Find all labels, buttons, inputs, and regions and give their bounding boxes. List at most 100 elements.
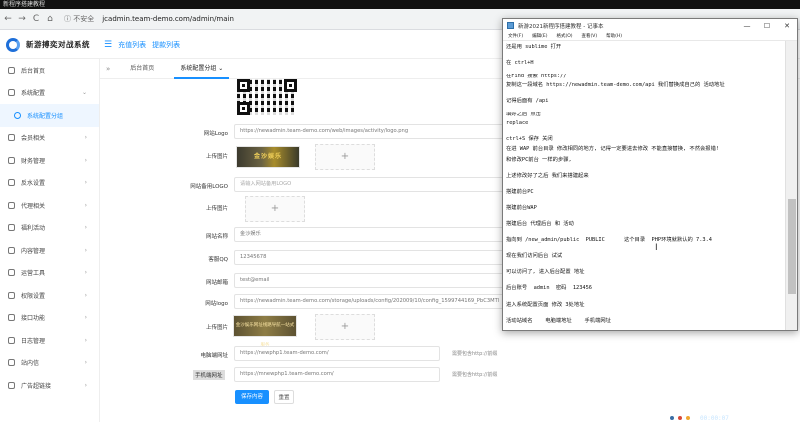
pc-url-hint: 需要包含http://前缀 [452,351,498,357]
text-line: 进入系统配置页面 修改 3处地址 [506,301,585,308]
home-icon [8,66,15,74]
text-line: 指向到 /new_admin/public PUBLIC 这个目录 PHP环境就… [506,237,712,244]
site-logo-input[interactable]: https://newadmin.team-demo.com/web/image… [234,124,534,139]
upload-button[interactable]: + [315,144,375,170]
menu-edit[interactable]: 编辑(E) [532,33,547,39]
address-bar[interactable]: jcadmin.team-demo.com/admin/main [102,15,234,23]
insecure-badge[interactable]: ⓘ 不安全 [64,14,94,24]
notepad-scrollbar[interactable] [785,41,797,330]
notepad-titlebar[interactable]: 新游2021新程序搭建教程 - 记事本 — ☐ ✕ [503,19,797,32]
close-icon[interactable]: ✕ [777,22,797,30]
plug-icon [8,314,15,322]
mobile-logo-input[interactable]: 请输入网站备用LOGO [234,177,534,192]
tab-config-group[interactable]: 系统配置分组 ⌄ [174,59,230,79]
tray-icon[interactable] [670,416,674,420]
site-email-label: 网站邮箱 [205,280,228,286]
circle-icon [14,111,21,119]
qr-code-image [237,79,297,115]
upload-button[interactable]: + [245,196,305,222]
upload-image-label: 上传图片 [205,154,228,160]
tray-icon[interactable] [686,416,690,420]
sidebar-item-ad-links[interactable]: 广告超链接 › [0,374,99,397]
log-icon [8,336,15,344]
mail-icon [8,359,15,367]
chevron-right-icon: › [84,291,87,299]
notepad-title: 新游2021新程序搭建教程 - 记事本 [518,23,604,30]
sidebar-item-operations[interactable]: 运营工具 › [0,262,99,285]
site-name-input[interactable]: 金沙娱乐 [234,227,534,242]
tab-scroll-icon[interactable]: » [106,65,110,73]
scrollbar-thumb[interactable] [788,199,796,294]
taskbar-tray: 00:00:07 [670,414,800,422]
forward-icon[interactable]: → [16,14,28,24]
sidebar-item-label: 会员相关 [21,135,46,143]
notepad-window: 新游2021新程序搭建教程 - 记事本 — ☐ ✕ 文件(F) 编辑(E) 格式… [502,18,798,331]
site-email-input[interactable]: test@email [234,273,534,288]
menu-view[interactable]: 查看(V) [582,33,598,39]
sidebar-item-config-group[interactable]: 系统配置分组 [0,104,99,127]
reset-button[interactable]: 重置 [274,390,294,404]
sidebar-item-home[interactable]: 后台首页 [0,59,99,82]
sidebar-item-messages[interactable]: 站内信 › [0,352,99,375]
sidebar: 后台首页 系统配置 ⌄ 系统配置分组 会员相关 › 财务管理 › 反水设置 › 代理相关… [0,59,100,422]
sidebar-item-label: 系统配置 [21,90,46,98]
rebate-icon [8,179,15,187]
chevron-right-icon: › [84,134,87,142]
support-qq-input[interactable]: 12345678 [234,250,534,265]
back-icon[interactable]: ← [2,14,14,24]
header-link-recharge[interactable]: 充值列表 [118,40,146,50]
chevron-right-icon: › [84,201,87,209]
sidebar-item-rebate[interactable]: 反水设置 › [0,172,99,195]
text-line: 和修改PC前台 一样的步骤, [506,156,572,163]
tab-home[interactable]: 后台首页 [124,59,160,79]
user-icon [8,134,15,142]
pc-url-input[interactable]: https://newphp1.team-demo.com/ [234,346,440,361]
sidebar-item-agents[interactable]: 代理相关 › [0,194,99,217]
video-title: 新程序搭建教程 [0,0,800,9]
text-line: 搭建前台WAP [506,204,537,211]
sidebar-item-permissions[interactable]: 权限设置 › [0,284,99,307]
sidebar-item-finance[interactable]: 财务管理 › [0,149,99,172]
sidebar-item-members[interactable]: 会员相关 › [0,127,99,150]
sidebar-item-logs[interactable]: 日志管理 › [0,329,99,352]
sidebar-item-label: 代理相关 [21,202,46,210]
mobile-logo-label: 网站备用LOGO [190,184,228,190]
header-link-withdraw[interactable]: 提款列表 [152,40,180,50]
tray-icon[interactable] [678,416,682,420]
chevron-right-icon: › [84,246,87,254]
sidebar-item-label: 内容管理 [21,247,46,255]
support-qq-label: 客服QQ [208,257,228,263]
mobile-url-hint: 需要包含http://前缀 [452,372,498,378]
minimize-icon[interactable]: — [737,22,757,30]
save-button[interactable]: 保存内容 [235,390,269,404]
sidebar-item-label: 站内信 [21,360,40,368]
text-cursor-icon: I [655,243,658,253]
sidebar-item-content[interactable]: 内容管理 › [0,239,99,262]
menu-help[interactable]: 帮助(H) [606,33,622,39]
upload-image-label: 上传图片 [205,206,228,212]
chevron-down-icon: ⌄ [81,89,87,97]
home-icon[interactable]: ⌂ [44,14,56,24]
maximize-icon[interactable]: ☐ [757,22,777,30]
upload-image-label: 上传图片 [205,325,228,331]
sidebar-item-promotions[interactable]: 福利活动 › [0,217,99,240]
tool-icon [8,269,15,277]
sidebar-item-api[interactable]: 接口功能 › [0,307,99,330]
sidebar-item-system-config[interactable]: 系统配置 ⌄ [0,82,99,105]
gift-icon [8,224,15,232]
menu-file[interactable]: 文件(F) [508,33,523,39]
upload-button[interactable]: + [315,314,375,340]
finance-icon [8,156,15,164]
mobile-url-input[interactable]: https://mnewphp1.team-demo.com/ [234,367,440,382]
text-line: 搭建前台PC [506,188,534,195]
text-line: 记得后面有 /api [506,98,549,105]
reload-icon[interactable]: C [30,14,42,24]
chevron-right-icon: › [84,381,87,389]
text-line: replace [506,119,529,126]
notepad-text-area[interactable]: 还是用 sublime 打开 在 ctrl+H 在Find 搜索 https:/… [503,41,785,330]
text-line: 后台账号 admin 密码 123456 [506,285,592,292]
menu-collapse-icon[interactable]: ☰ [104,40,112,50]
menu-format[interactable]: 格式(O) [556,33,572,39]
site-logo-label: 网站logo [205,301,228,307]
pc-url-label: 电脑端网址 [200,353,228,359]
